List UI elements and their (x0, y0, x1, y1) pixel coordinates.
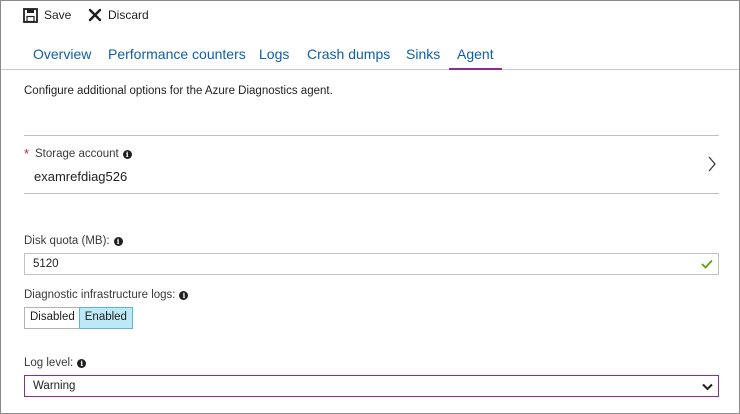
save-label: Save (44, 8, 72, 22)
command-bar: Save Discard (1, 1, 739, 29)
diagnostics-agent-blade: Save Discard Overview Performance counte… (0, 0, 740, 414)
tab-agent[interactable]: Agent (457, 46, 494, 70)
log-level-label: Log level: (24, 357, 74, 369)
discard-button[interactable]: Discard (88, 5, 149, 25)
blade-description: Configure additional options for the Azu… (24, 85, 333, 97)
tab-performance-counters[interactable]: Performance counters (108, 46, 246, 70)
close-icon (88, 8, 102, 22)
info-icon[interactable]: i (122, 149, 132, 159)
tab-logs[interactable]: Logs (259, 46, 289, 70)
storage-account-label-row: Storage account i (35, 148, 132, 160)
toggle-enabled-option[interactable]: Enabled (78, 307, 133, 329)
log-level-select[interactable]: Warning (24, 375, 719, 397)
info-icon[interactable]: i (179, 290, 189, 300)
chevron-right-icon (707, 156, 717, 177)
discard-label: Discard (108, 8, 149, 22)
storage-account-label: Storage account (35, 148, 119, 160)
log-level-value: Warning (33, 380, 76, 392)
disk-quota-value: 5120 (33, 258, 59, 270)
log-level-label-row: Log level: i (24, 357, 87, 369)
storage-account-picker[interactable]: * Storage account i examrefdiag526 (24, 135, 719, 194)
tab-overview[interactable]: Overview (33, 46, 91, 70)
info-icon[interactable]: i (113, 236, 123, 246)
toggle-disabled-option[interactable]: Disabled (25, 308, 80, 328)
save-icon (23, 7, 38, 23)
info-icon[interactable]: i (77, 358, 87, 368)
chevron-down-icon (702, 382, 713, 394)
diagnostic-logs-label: Diagnostic infrastructure logs: (24, 289, 176, 301)
diagnostic-logs-toggle: Disabled Enabled (24, 307, 133, 329)
disk-quota-input[interactable]: 5120 (24, 253, 719, 275)
save-button[interactable]: Save (23, 5, 71, 25)
disk-quota-label-row: Disk quota (MB): i (24, 235, 123, 247)
required-marker: * (24, 146, 30, 161)
tab-crash-dumps[interactable]: Crash dumps (307, 46, 390, 70)
disk-quota-label: Disk quota (MB): (24, 235, 110, 247)
tab-sinks[interactable]: Sinks (406, 46, 440, 70)
storage-account-value: examrefdiag526 (34, 169, 128, 184)
check-icon (701, 259, 713, 272)
active-tab-indicator (449, 68, 502, 70)
tab-bar: Overview Performance counters Logs Crash… (1, 40, 739, 70)
diagnostic-logs-label-row: Diagnostic infrastructure logs: i (24, 289, 189, 301)
